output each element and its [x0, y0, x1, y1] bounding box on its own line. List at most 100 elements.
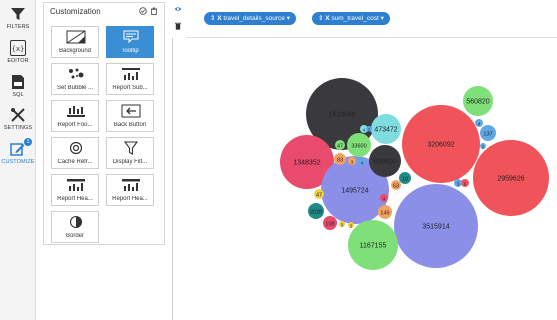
bubble-26[interactable]: 3	[454, 179, 462, 187]
bubble-25[interactable]: 3	[348, 157, 356, 165]
bubble-30[interactable]: 2	[348, 222, 354, 228]
tile-set-bubble[interactable]: Set Bubble ...	[51, 63, 99, 95]
bubble-label: 3206092	[427, 141, 454, 148]
sql-file-icon	[12, 75, 24, 89]
bubble-label: 1510068	[328, 111, 355, 118]
tooltip-icon	[123, 30, 139, 44]
cache-refresh-icon	[69, 141, 83, 155]
bubble-label: 47	[316, 192, 322, 198]
bubble-18[interactable]: 47	[314, 189, 324, 199]
field-pill-label: travel_details_source	[223, 15, 285, 22]
report-header-icon	[122, 179, 140, 191]
bubble-label: 3515914	[422, 223, 449, 230]
tile-report-header-2[interactable]: Report Hea...	[106, 174, 154, 206]
bubble-chart: 1510068 1348352 1495724 3206092 2959626 35159…	[186, 38, 557, 320]
bubble-label: 137	[483, 131, 492, 137]
bubble-14[interactable]: 108	[323, 216, 337, 230]
tile-label: Report Foo...	[57, 122, 93, 128]
bubble-5[interactable]: 3515914	[394, 184, 478, 268]
tile-label: Cache Refr...	[57, 159, 93, 165]
rail-item-filters[interactable]: FILTERS	[0, 6, 36, 30]
tile-label: Report Hea...	[57, 196, 93, 202]
bubble-label: 838800	[373, 158, 396, 165]
left-icon-rail: FILTERS {x} EDITOR SQL SETTINGS 1 CUSTOM…	[0, 0, 36, 320]
bubble-28[interactable]: 2	[480, 143, 486, 149]
rail-item-sql[interactable]: SQL	[0, 74, 36, 98]
bubble-label: 2959626	[497, 175, 524, 182]
rail-label-customize: CUSTOMIZE	[1, 159, 35, 165]
report-subtitle-icon	[122, 68, 140, 80]
customize-badge: 1	[24, 138, 32, 146]
tile-display-filter[interactable]: Display Filt...	[106, 137, 154, 169]
bubble-12[interactable]: 149	[378, 205, 392, 219]
trash-icon[interactable]	[175, 22, 181, 30]
bubble-27[interactable]: 3	[339, 221, 345, 227]
bubble-label: 1495724	[341, 187, 368, 194]
bubble-10[interactable]: 33600	[347, 133, 371, 157]
bubble-20[interactable]: 6	[461, 179, 469, 187]
field-strip: ⇕ X travel_details_source ▾ ⇕ X sum_trav…	[186, 0, 557, 38]
bubble-13[interactable]: 137	[480, 125, 496, 141]
bubble-label: 560820	[466, 98, 489, 105]
rail-label-sql: SQL	[12, 92, 24, 98]
tile-report-footer[interactable]: Report Foo...	[51, 100, 99, 132]
background-icon	[66, 30, 86, 44]
bubble-4[interactable]: 2959626	[473, 140, 549, 216]
bubble-label: 1167155	[360, 242, 387, 249]
rail-label-editor: EDITOR	[7, 58, 29, 64]
border-icon	[69, 215, 83, 229]
check-circle-icon[interactable]	[139, 7, 147, 15]
bubble-16[interactable]: 63	[391, 180, 401, 190]
bubble-23[interactable]: 4	[358, 158, 366, 166]
rail-item-editor[interactable]: {x} EDITOR	[0, 40, 36, 64]
field-pill-sum-travel-cost[interactable]: ⇕ X sum_travel_cost ▾	[312, 12, 390, 25]
bubble-label: 33600	[351, 143, 366, 149]
bubble-11[interactable]: 2028	[308, 203, 324, 219]
bubble-icon	[69, 68, 84, 79]
tile-report-header[interactable]: Report Hea...	[51, 174, 99, 206]
bubble-17[interactable]: 47	[335, 140, 345, 150]
tile-border[interactable]: Border	[51, 211, 99, 243]
bubble-label: 149	[380, 210, 389, 216]
chart-tools-rail	[172, 0, 184, 38]
bubble-3[interactable]: 3206092	[402, 105, 480, 183]
eye-icon[interactable]	[174, 6, 182, 12]
rail-label-filters: FILTERS	[6, 24, 30, 30]
bubble-15[interactable]: 83	[334, 153, 346, 165]
delete-icon[interactable]	[150, 7, 158, 15]
tile-tooltip[interactable]: Tooltip	[106, 26, 154, 58]
panel-tools	[139, 7, 158, 15]
bubble-9[interactable]: 473472	[371, 114, 401, 144]
bubble-19[interactable]: 10	[399, 172, 411, 184]
panel-title: Customization	[50, 7, 101, 16]
rail-item-customize[interactable]: 1 CUSTOMIZE	[0, 138, 36, 165]
bubble-8[interactable]: 560820	[463, 86, 493, 116]
tile-back-button[interactable]: Back Button	[106, 100, 154, 132]
tile-report-subtitle[interactable]: Report Sub...	[106, 63, 154, 95]
tile-label: Report Sub...	[112, 85, 148, 91]
bubble-7[interactable]: 838800	[369, 145, 401, 177]
field-pill-label: sum_travel_cost	[331, 15, 379, 22]
bubble-22[interactable]: 4	[380, 194, 388, 202]
rail-item-settings[interactable]: SETTINGS	[0, 107, 36, 131]
chevron-down-icon: ▾	[380, 15, 384, 22]
bubble-label: 10	[402, 176, 408, 182]
tile-cache-refresh[interactable]: Cache Refr...	[51, 137, 99, 169]
report-footer-icon	[67, 106, 85, 117]
bubble-label: 473472	[374, 126, 397, 133]
sort-icon: ⇕	[210, 15, 216, 22]
bubble-chart-svg: 1510068 1348352 1495724 3206092 2959626 35159…	[280, 78, 549, 270]
bubble-label: 2028	[310, 209, 322, 215]
bubble-6[interactable]: 1167155	[348, 220, 398, 270]
tile-label: Background	[58, 48, 92, 54]
bubble-label: 108	[325, 221, 334, 227]
dimension-icon: X	[217, 15, 222, 22]
wrench-screwdriver-icon	[11, 108, 25, 122]
customization-panel: Customization Background Tooltip Set Bub…	[43, 2, 165, 245]
divider	[172, 38, 173, 320]
bubble-24[interactable]: 4	[475, 119, 483, 127]
tile-label: Border	[65, 233, 84, 239]
tile-background[interactable]: Background	[51, 26, 99, 58]
field-pill-travel-details-source[interactable]: ⇕ X travel_details_source ▾	[204, 12, 296, 25]
chevron-down-icon: ▾	[286, 15, 290, 22]
